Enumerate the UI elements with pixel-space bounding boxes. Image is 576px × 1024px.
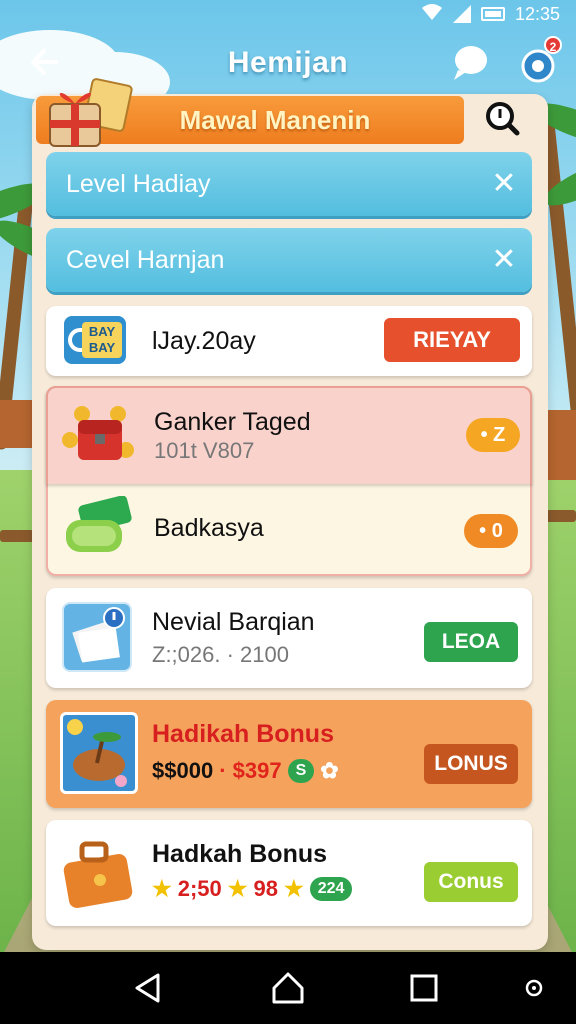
settings-button[interactable]: 2 [516, 36, 562, 86]
chat-button[interactable] [450, 42, 490, 82]
list-item[interactable]: Badkasya • 0 [46, 484, 532, 574]
badge-text: BAY [88, 324, 116, 339]
nav-menu-button[interactable] [516, 970, 552, 1006]
close-icon[interactable]: ✕ [484, 164, 524, 204]
home-icon [272, 972, 304, 1004]
rieyay-button[interactable]: RIEYAY [384, 318, 520, 362]
search-button[interactable] [482, 98, 522, 138]
leoa-button[interactable]: LEOA [424, 622, 518, 662]
amount-value: $$000 [152, 758, 214, 783]
level-row-2[interactable]: Cevel Harnjan ✕ [46, 228, 532, 292]
page-title: Hemijan [227, 46, 349, 79]
system-nav-bar [0, 952, 576, 1024]
level-row-label: Level Hadiay [66, 169, 211, 198]
close-icon[interactable]: ✕ [484, 240, 524, 280]
status-bar: 12:35 [0, 0, 576, 28]
level-row-label: Cevel Harnjan [66, 245, 225, 274]
card-subtitle: Z:;026. · 2100 [152, 642, 289, 667]
island-icon [60, 712, 138, 794]
cash-stack-icon [62, 495, 138, 562]
card-title: Ganker Taged [154, 408, 311, 436]
status-time: 12:35 [514, 3, 560, 24]
list-item[interactable]: Ganker Taged 101t V807 • Z [46, 386, 532, 484]
card-title: Hadikah Bonus [152, 720, 334, 748]
coin-chip: S [287, 759, 315, 783]
amount-value: 2;50 [177, 876, 222, 901]
list-item[interactable]: Hadkah Bonus ★ 2;50 ★ 98 ★ 224 Conus [46, 820, 532, 926]
star-icon: ★ [227, 876, 248, 901]
amount-value: · $397 [219, 758, 282, 783]
bay-badge-icon: BAY BAY [64, 316, 126, 364]
lonus-button[interactable]: LONUS [424, 744, 518, 784]
chat-bubble-icon [454, 46, 487, 80]
conus-button[interactable]: Conus [424, 862, 518, 902]
coin-chip: 224 [309, 877, 353, 901]
treasure-chest-icon [62, 400, 138, 470]
notification-badge: 2 [544, 36, 562, 54]
flower-icon: ✿ [320, 758, 339, 783]
square-recents-icon [410, 974, 438, 1002]
star-icon: ★ [152, 876, 172, 901]
gift-box-icon [40, 72, 136, 152]
bonus-amounts: ★ 2;50 ★ 98 ★ 224 [152, 876, 353, 902]
list-item[interactable]: Hadikah Bonus $$000 · $397 S ✿ LONUS [46, 700, 532, 808]
briefcase-icon [60, 836, 140, 912]
card-title: Badkasya [154, 514, 264, 542]
signal-icon [452, 5, 471, 23]
circle-dot-icon [525, 979, 543, 997]
card-title: Nevial Barqian [152, 608, 315, 636]
nav-recents-button[interactable] [406, 970, 442, 1006]
nav-home-button[interactable] [270, 970, 306, 1006]
count-pill[interactable]: • 0 [464, 514, 518, 548]
bonus-amounts: $$000 · $397 S ✿ [152, 758, 339, 784]
count-pill[interactable]: • Z [466, 418, 520, 452]
nav-back-button[interactable] [130, 970, 166, 1006]
level-row-1[interactable]: Level Hadiay ✕ [46, 152, 532, 216]
star-icon: ★ [284, 876, 304, 901]
amount-value: 98 [253, 876, 278, 901]
triangle-back-icon [135, 973, 160, 1003]
list-item[interactable]: Nevial Barqian Z:;026. · 2100 LEOA [46, 588, 532, 688]
battery-icon [480, 7, 505, 21]
list-item[interactable]: BAY BAY lJay.20ay RIEYAY [46, 306, 532, 376]
card-title: lJay.20ay [152, 327, 256, 355]
card-title: Hadkah Bonus [152, 840, 328, 868]
card-subtitle: 101t V807 [154, 438, 255, 463]
badge-text: BAY [88, 340, 116, 355]
documents-icon [62, 602, 132, 672]
banner-title: Mawal Manenin [179, 104, 371, 135]
search-icon [486, 102, 520, 136]
wifi-icon [421, 3, 443, 26]
